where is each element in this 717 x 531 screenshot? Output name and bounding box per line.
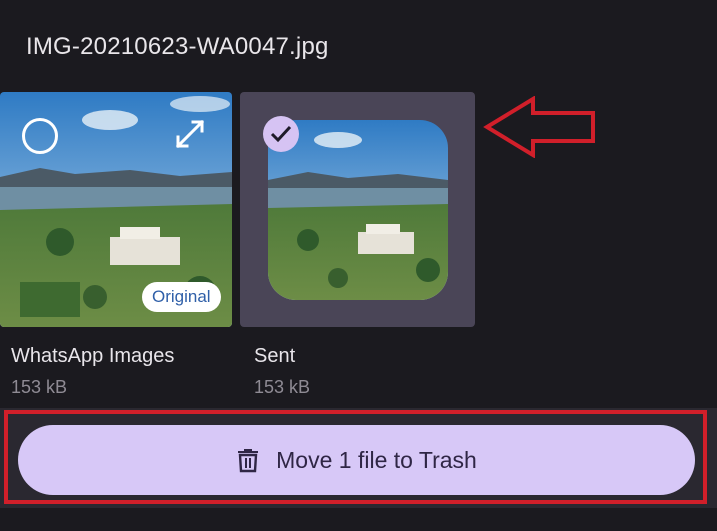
select-circle[interactable] xyxy=(22,118,58,154)
copy-card-sent[interactable] xyxy=(240,92,475,327)
trash-icon xyxy=(238,449,259,473)
thumbnail-image xyxy=(268,120,448,300)
folder-label-whatsapp-images: WhatsApp Images xyxy=(11,345,175,367)
file-size-sent: 153 kB xyxy=(254,377,311,397)
move-to-trash-label: Move 1 file to Trash xyxy=(276,446,477,473)
file-name-title: IMG-20210623-WA0047.jpg xyxy=(26,33,329,60)
copy-card-whatsapp-images[interactable]: Original xyxy=(0,92,232,327)
file-size-whatsapp-images: 153 kB xyxy=(11,377,68,397)
original-badge: Original xyxy=(142,282,221,312)
move-to-trash-button[interactable]: Move 1 file to Trash xyxy=(18,425,695,495)
annotation-arrow xyxy=(483,96,595,158)
folder-label-sent: Sent xyxy=(254,345,296,367)
expand-icon[interactable] xyxy=(174,118,206,150)
selected-check-icon[interactable] xyxy=(263,116,299,152)
